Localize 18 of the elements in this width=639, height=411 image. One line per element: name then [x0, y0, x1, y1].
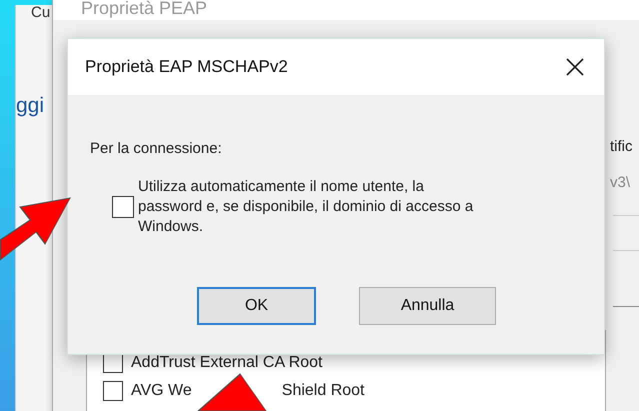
close-icon[interactable] [566, 58, 584, 76]
pointer-arrow [196, 372, 268, 411]
dialog-button[interactable]: OK [197, 286, 316, 324]
checkbox[interactable] [112, 196, 134, 218]
field-text: v3\ [610, 173, 630, 193]
certificate-label: Shield Root [282, 381, 364, 401]
checkbox[interactable] [103, 381, 123, 401]
certificate-label: AddTrust External CA Root [131, 353, 322, 373]
certificate-label: AVG We [131, 381, 192, 401]
dialog-title: Proprietà EAP MSCHAPv2 [85, 56, 288, 78]
dialog-button[interactable]: Annulla [359, 286, 496, 324]
checkbox[interactable] [103, 353, 123, 373]
label-text: tific [610, 137, 632, 157]
section-label: Per la connessione: [90, 139, 223, 159]
link-text[interactable]: ggi [16, 95, 44, 116]
window-title: Cu [31, 5, 50, 20]
checkbox-label: Utilizza automaticamente il nome utente, la password e, se disponibile, il dominio di accesso a Windows. [138, 176, 474, 236]
window-title: Proprietà PEAP [81, 0, 208, 17]
